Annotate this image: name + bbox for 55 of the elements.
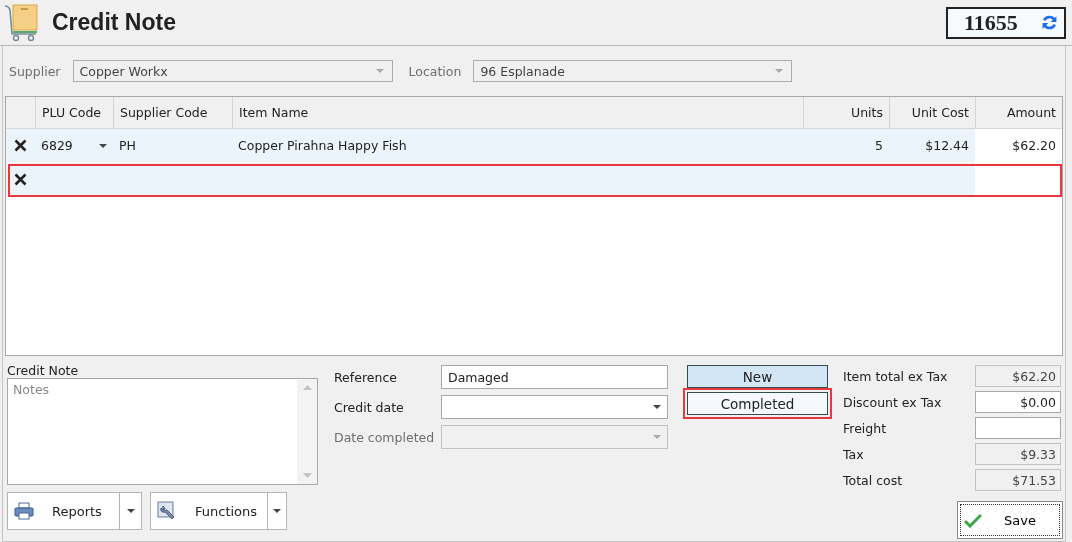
table-row[interactable]: 6829 PH Copper Pirahna Happy Fish 5 $12.44 $62.20 — [6, 129, 1062, 163]
column-header[interactable]: Units — [803, 97, 889, 128]
table-cell: 5 — [875, 138, 883, 153]
amount-field[interactable] — [975, 417, 1061, 439]
total-label: Item total ex Tax — [843, 367, 949, 386]
total-label: Freight — [843, 419, 888, 438]
field-label: Location — [408, 63, 462, 79]
date-dropdown[interactable] — [441, 395, 668, 419]
table-cell: PH — [119, 138, 136, 153]
caret-icon — [653, 405, 661, 409]
field-label: Supplier — [9, 63, 61, 79]
reports-button[interactable]: Reports — [7, 492, 142, 530]
field-label: Date completed — [334, 428, 436, 447]
window-title: Credit Note — [52, 9, 177, 36]
caret-icon — [775, 69, 784, 73]
delete-icon[interactable] — [14, 139, 27, 152]
wrench-icon — [157, 501, 177, 521]
notes-label: Credit Note — [7, 363, 80, 378]
scroll-down-icon[interactable] — [302, 473, 312, 478]
functions-button[interactable]: Functions — [150, 492, 287, 530]
table-cell: $62.20 — [1012, 138, 1056, 153]
save-button[interactable]: Save — [957, 501, 1063, 539]
column-header[interactable]: Amount — [975, 97, 1062, 128]
delete-icon[interactable] — [14, 173, 27, 186]
caret-icon — [99, 143, 107, 148]
amount-field: $71.53 — [975, 469, 1061, 491]
caret-icon — [126, 509, 135, 513]
total-label: Total cost — [843, 471, 904, 490]
amount-field: $62.20 — [975, 365, 1061, 387]
document-number: 11655 — [964, 9, 1018, 36]
total-label: Tax — [843, 445, 865, 464]
printer-icon — [14, 502, 34, 520]
field-label: Reference — [334, 368, 398, 387]
table-cell: Copper Pirahna Happy Fish — [238, 138, 407, 153]
column-header[interactable]: Item Name — [232, 97, 803, 128]
cart-icon — [4, 2, 40, 43]
caret-icon — [375, 69, 384, 73]
refresh-icon[interactable] — [1041, 14, 1058, 31]
caret-icon — [653, 435, 661, 439]
supplier-dropdown[interactable]: Copper Workx — [72, 60, 393, 82]
column-header[interactable]: Supplier Code — [113, 97, 232, 128]
scroll-up-icon[interactable] — [302, 385, 312, 390]
location-dropdown[interactable]: 96 Esplanade — [473, 60, 793, 82]
total-label: Discount ex Tax — [843, 393, 943, 412]
table-cell: $12.44 — [925, 138, 969, 153]
caret-icon — [273, 509, 282, 513]
table-cell: 6829 — [41, 138, 73, 153]
field-label: Credit date — [334, 398, 405, 417]
column-header[interactable]: Unit Cost — [889, 97, 975, 128]
checkmark-icon — [964, 512, 982, 528]
text-field[interactable]: Damaged — [441, 365, 668, 389]
amount-field: $9.33 — [975, 443, 1061, 465]
amount-field[interactable]: $0.00 — [975, 391, 1061, 413]
column-header[interactable]: PLU Code — [35, 97, 113, 128]
status-button[interactable]: New — [687, 365, 828, 388]
